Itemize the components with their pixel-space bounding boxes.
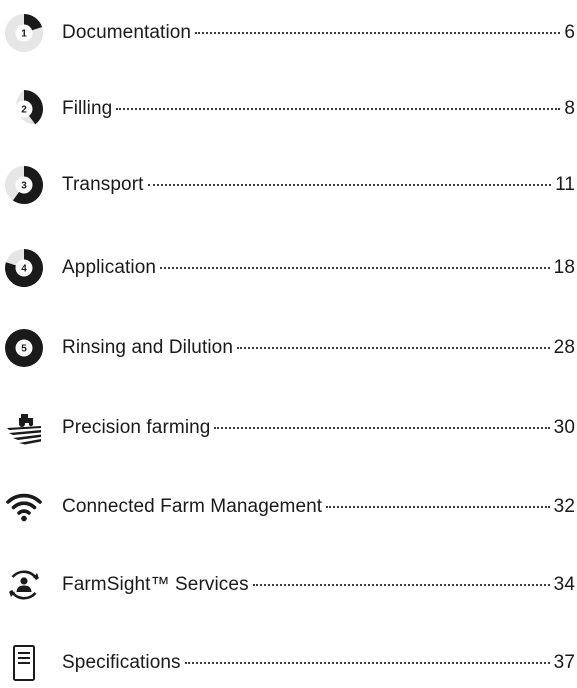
step-1-icon: 1 (3, 12, 45, 54)
toc-item-page: 11 (555, 174, 575, 195)
step-number: 1 (21, 29, 27, 40)
leader-dots (214, 427, 550, 429)
toc-item-title: Application (62, 257, 157, 278)
person-cycle-icon (3, 564, 45, 606)
toc-item-label: Rinsing and Dilution 28 (62, 336, 577, 360)
toc-item-title: Rinsing and Dilution (62, 337, 233, 358)
toc-item-label: Application 18 (62, 256, 577, 280)
leader-dots (252, 584, 550, 586)
toc-item-page: 8 (564, 98, 575, 119)
toc-item-title: Transport (62, 174, 144, 195)
leader-dots (184, 662, 550, 664)
toc-item-title: Specifications (62, 652, 181, 673)
toc-item-title: Precision farming (62, 417, 211, 438)
toc-item-application[interactable]: 4 Application 18 (0, 243, 577, 293)
toc-item-page: 30 (553, 417, 575, 438)
toc-item-label: Precision farming 30 (62, 416, 577, 440)
tractor-field-icon (3, 407, 45, 449)
document-icon (3, 642, 45, 684)
toc-item-title: FarmSight™ Services (62, 574, 249, 595)
toc-item-transport[interactable]: 3 Transport 11 (0, 160, 577, 210)
toc-item-label: Filling 8 (62, 97, 577, 121)
step-number: 3 (21, 181, 27, 192)
toc-item-title: Connected Farm Management (62, 496, 323, 517)
toc-item-label: Documentation 6 (62, 21, 577, 45)
toc-item-connected-farm-management[interactable]: Connected Farm Management 32 (0, 482, 577, 532)
toc-item-rinsing-and-dilution[interactable]: 5 Rinsing and Dilution 28 (0, 323, 577, 373)
step-5-icon: 5 (3, 327, 45, 369)
leader-dots (237, 347, 550, 349)
step-4-icon: 4 (3, 247, 45, 289)
wifi-icon (3, 486, 45, 528)
step-number: 2 (21, 105, 27, 116)
toc-item-page: 28 (553, 337, 575, 358)
step-2-icon: 2 (3, 88, 45, 130)
table-of-contents: 1 Documentation 6 2 Filling 8 3 Transpor… (0, 0, 577, 684)
toc-item-page: 34 (553, 574, 575, 595)
toc-item-page: 37 (553, 652, 575, 673)
toc-item-specifications[interactable]: Specifications 37 (0, 638, 577, 688)
toc-item-farmsight-services[interactable]: FarmSight™ Services 34 (0, 560, 577, 610)
toc-item-title: Documentation (62, 22, 192, 43)
step-number: 4 (21, 264, 27, 275)
toc-item-title: Filling (62, 98, 113, 119)
toc-item-label: Specifications 37 (62, 651, 577, 675)
step-3-icon: 3 (3, 164, 45, 206)
toc-item-label: FarmSight™ Services 34 (62, 573, 577, 597)
toc-item-page: 32 (553, 496, 575, 517)
toc-item-filling[interactable]: 2 Filling 8 (0, 84, 577, 134)
leader-dots (195, 32, 561, 34)
step-number: 5 (21, 344, 27, 355)
toc-item-label: Transport 11 (62, 173, 577, 197)
toc-item-precision-farming[interactable]: Precision farming 30 (0, 403, 577, 453)
toc-item-page: 18 (553, 257, 575, 278)
toc-item-page: 6 (564, 22, 575, 43)
leader-dots (147, 184, 552, 186)
leader-dots (116, 108, 561, 110)
toc-item-documentation[interactable]: 1 Documentation 6 (0, 8, 577, 58)
leader-dots (326, 506, 550, 508)
leader-dots (160, 267, 550, 269)
toc-item-label: Connected Farm Management 32 (62, 495, 577, 519)
